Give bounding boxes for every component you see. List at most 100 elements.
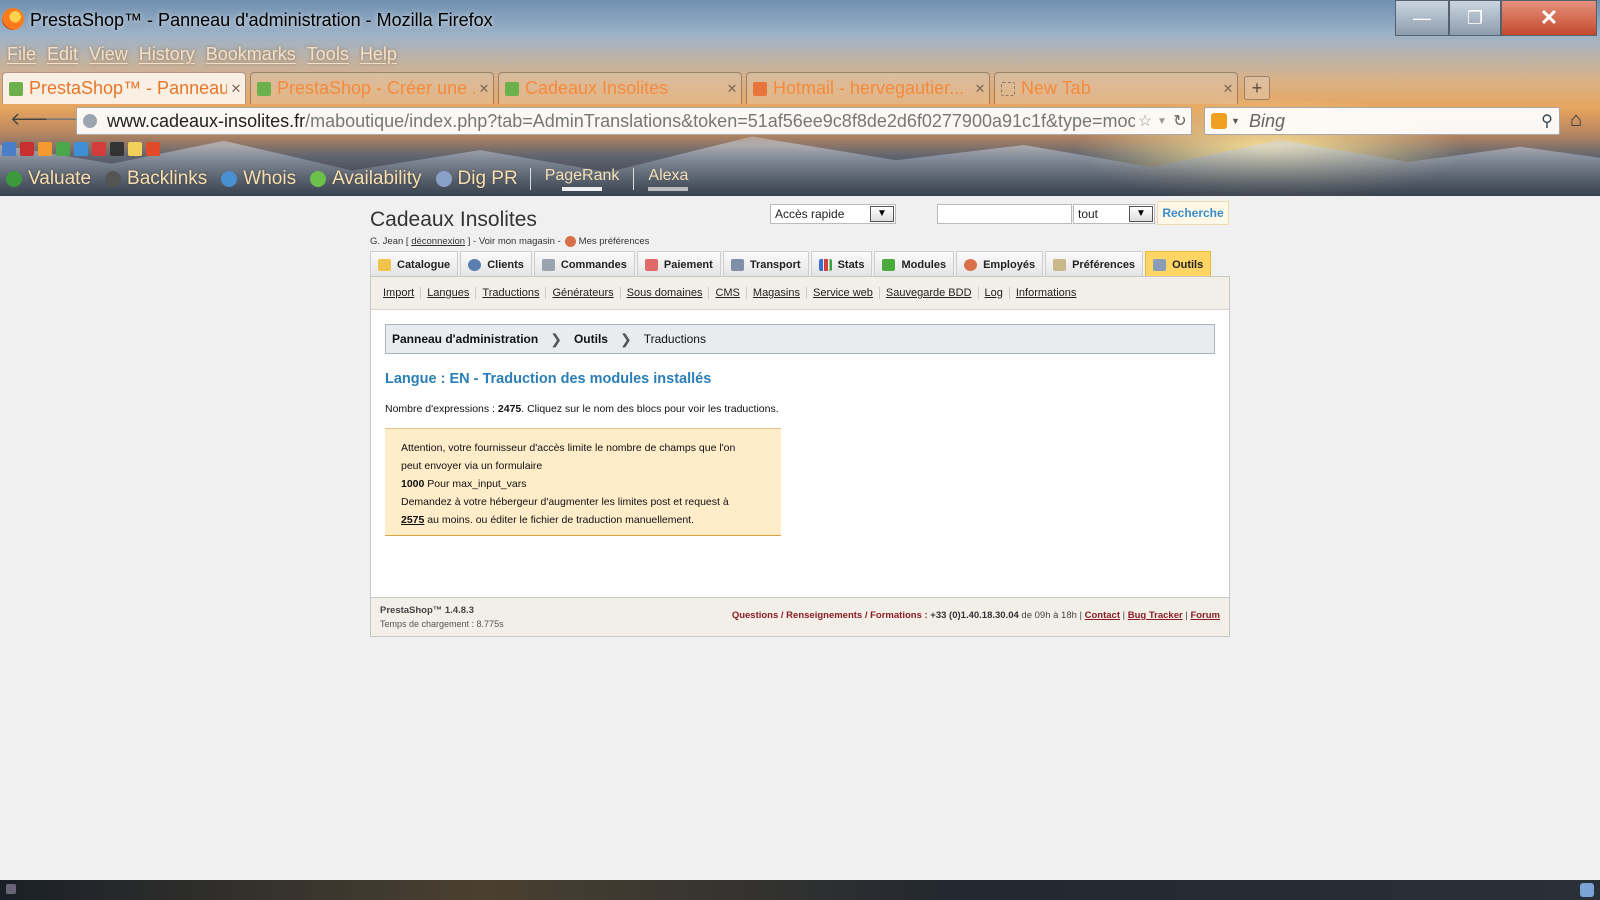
close-tab-icon[interactable]: ✕: [1219, 81, 1237, 97]
tab-stats[interactable]: Stats: [810, 251, 873, 277]
bookmark-star-icon[interactable]: ☆: [1135, 111, 1155, 131]
seo-valuate[interactable]: Valuate: [6, 168, 91, 190]
menu-bookmarks[interactable]: Bookmarks: [206, 44, 296, 70]
seo-item-label: Whois: [243, 168, 297, 189]
toolbar-separator: [633, 168, 635, 190]
subnav-cms[interactable]: CMS: [709, 287, 747, 299]
url-bar[interactable]: www.cadeaux-insolites.fr/maboutique/inde…: [76, 107, 1192, 135]
subnav-sauvegarde-bdd[interactable]: Sauvegarde BDD: [880, 287, 979, 299]
dollar-icon: [6, 171, 22, 187]
addon-icon[interactable]: [110, 142, 124, 156]
taskbar-icon[interactable]: [6, 884, 16, 894]
site-identity-icon[interactable]: [83, 114, 97, 128]
tab-transport[interactable]: Transport: [722, 251, 809, 277]
user-preferences-icon: [564, 236, 576, 247]
footer: PrestaShop™ 1.4.8.3 Temps de chargement …: [370, 598, 1230, 637]
seo-availability[interactable]: Availability: [310, 168, 422, 190]
quick-access-select[interactable]: Accès rapide ▼: [770, 204, 896, 224]
browser-tab-cadeaux[interactable]: Cadeaux Insolites ✕: [498, 72, 742, 104]
subnav-log[interactable]: Log: [979, 287, 1010, 299]
maximize-button[interactable]: ❐: [1449, 0, 1501, 36]
search-button[interactable]: Recherche: [1157, 201, 1229, 225]
search-scope-select[interactable]: tout ▼: [1073, 204, 1155, 224]
breadcrumb-admin[interactable]: Panneau d'administration: [392, 332, 538, 346]
chevron-down-icon[interactable]: ▼: [870, 206, 894, 222]
taskbar: [0, 880, 1600, 900]
addon-icon[interactable]: [56, 142, 70, 156]
menu-tools[interactable]: Tools: [307, 44, 349, 70]
addon-icon[interactable]: [74, 142, 88, 156]
subnav-service-web[interactable]: Service web: [807, 287, 880, 299]
browser-tab-prestashop-admin[interactable]: PrestaShop™ - Panneau ... ✕: [2, 72, 246, 104]
subnav-generateurs[interactable]: Générateurs: [546, 287, 621, 299]
pagerank-meter[interactable]: PageRank: [545, 167, 619, 191]
tab-preferences[interactable]: Préférences: [1045, 251, 1144, 277]
preferences-icon: [1053, 258, 1067, 271]
magnifier-icon[interactable]: ⚲: [1535, 111, 1559, 131]
warning-line: au moins. ou éditer le fichier de traduc…: [427, 514, 695, 526]
tab-clients[interactable]: Clients: [460, 251, 532, 277]
tab-employes[interactable]: Employés: [956, 251, 1044, 277]
addon-icon[interactable]: [20, 142, 34, 156]
addon-icon[interactable]: [2, 142, 16, 156]
contact-link[interactable]: Contact: [1085, 610, 1120, 621]
close-window-button[interactable]: ✕: [1501, 0, 1597, 36]
chevron-down-icon[interactable]: ▼: [1129, 206, 1153, 222]
menu-file[interactable]: File: [7, 44, 36, 70]
tab-label: Clients: [487, 258, 524, 271]
main-tabs: Catalogue Clients Commandes Paiement Tra…: [370, 251, 1213, 277]
browser-tab-prestashop-create[interactable]: PrestaShop - Créer une ... ✕: [250, 72, 494, 104]
tab-label: Modules: [901, 258, 947, 271]
note-icon[interactable]: [128, 142, 142, 156]
subnav-sous-domaines[interactable]: Sous domaines: [621, 287, 710, 299]
close-tab-icon[interactable]: ✕: [723, 81, 741, 97]
subnav-traductions[interactable]: Traductions: [476, 287, 547, 299]
seo-backlinks[interactable]: Backlinks: [105, 168, 207, 190]
close-tab-icon[interactable]: ✕: [475, 81, 493, 97]
addon-icon[interactable]: [146, 142, 160, 156]
user-line: G. Jean [ déconnexion ] - Voir mon magas…: [370, 236, 649, 247]
subnav-informations[interactable]: Informations: [1010, 287, 1083, 299]
url-history-dropdown-icon[interactable]: ▼: [1155, 116, 1169, 127]
tab-modules[interactable]: Modules: [874, 251, 955, 277]
home-icon[interactable]: ⌂: [1570, 109, 1582, 132]
menu-edit[interactable]: Edit: [47, 44, 78, 70]
seo-dig-pr[interactable]: Dig PR: [435, 168, 518, 190]
menu-view[interactable]: View: [89, 44, 128, 70]
close-tab-icon[interactable]: ✕: [971, 81, 989, 97]
subnav-import[interactable]: Import: [377, 287, 422, 299]
browser-tab-hotmail[interactable]: Hotmail - hervegautier... ✕: [746, 72, 990, 104]
subnav-magasins[interactable]: Magasins: [747, 287, 807, 299]
tab-label: Transport: [749, 258, 801, 271]
view-shop-text[interactable]: ] - Voir mon magasin -: [468, 236, 561, 247]
minimize-button[interactable]: —: [1395, 0, 1449, 36]
bug-tracker-link[interactable]: Bug Tracker: [1128, 610, 1183, 621]
browser-tab-new[interactable]: New Tab ✕: [994, 72, 1238, 104]
breadcrumb-outils[interactable]: Outils: [574, 332, 608, 346]
bing-icon[interactable]: [1211, 113, 1227, 129]
tab-commandes[interactable]: Commandes: [533, 251, 635, 277]
new-tab-button[interactable]: +: [1244, 76, 1270, 100]
addon-icon[interactable]: [92, 142, 106, 156]
my-preferences-link[interactable]: Mes préférences: [579, 236, 650, 247]
chart-icon: [818, 258, 832, 271]
close-tab-icon[interactable]: ✕: [227, 81, 245, 97]
logout-link[interactable]: déconnexion: [411, 236, 465, 247]
tab-outils[interactable]: Outils: [1145, 251, 1212, 277]
reload-icon[interactable]: ↻: [1169, 111, 1191, 131]
network-tray-icon[interactable]: [1580, 883, 1594, 897]
menu-help[interactable]: Help: [360, 44, 397, 70]
menu-history[interactable]: History: [139, 44, 195, 70]
rss-icon[interactable]: [38, 142, 52, 156]
cart-icon: [541, 258, 555, 271]
browser-search-bar[interactable]: ▼ Bing ⚲: [1204, 107, 1560, 135]
admin-search-input[interactable]: [937, 204, 1072, 224]
tab-paiement[interactable]: Paiement: [636, 251, 721, 277]
subnav-langues[interactable]: Langues: [421, 287, 477, 299]
alexa-meter[interactable]: Alexa: [648, 167, 688, 191]
seo-whois[interactable]: Whois: [221, 168, 296, 190]
forum-link[interactable]: Forum: [1190, 610, 1220, 621]
seo-item-label: Availability: [332, 168, 422, 189]
search-engine-dropdown-icon[interactable]: ▼: [1231, 116, 1243, 126]
tab-catalogue[interactable]: Catalogue: [370, 251, 459, 277]
